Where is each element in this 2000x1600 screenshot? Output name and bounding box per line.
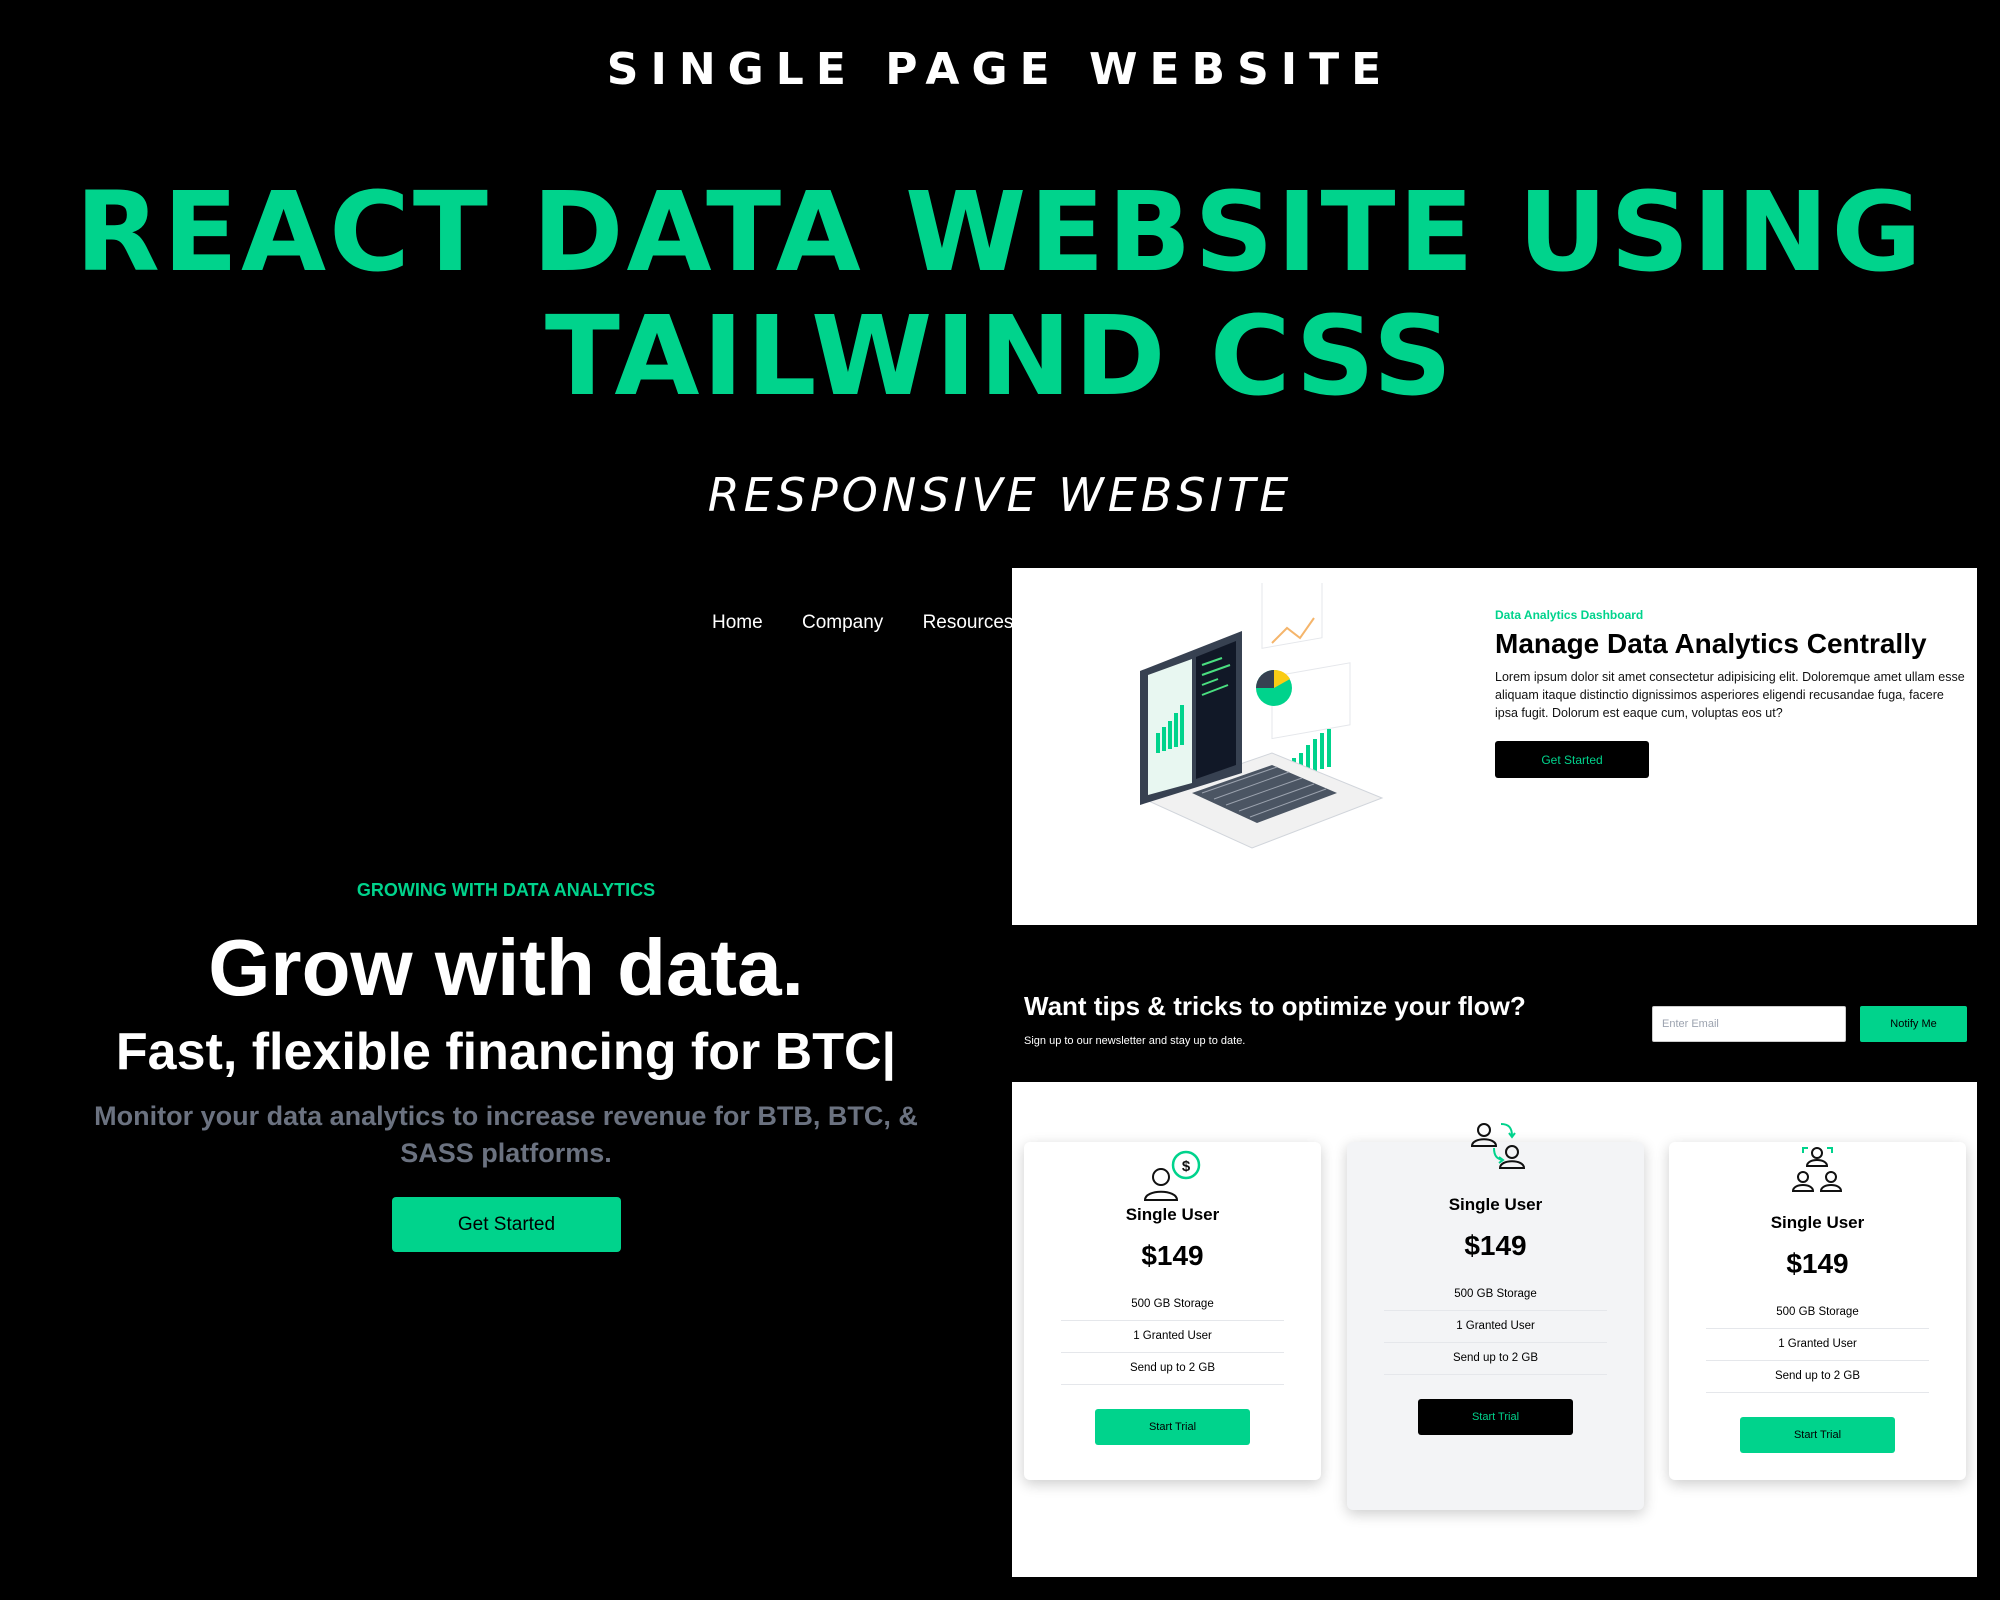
plan-feature: Send up to 2 GB xyxy=(1706,1361,1929,1393)
analytics-title: Manage Data Analytics Centrally xyxy=(1495,628,1927,659)
newsletter-subtitle: Sign up to our newsletter and stay up to… xyxy=(1024,1035,1246,1047)
plan-price: $149 xyxy=(1786,1248,1849,1279)
plan-features: 500 GB Storage 1 Granted User Send up to… xyxy=(1384,1279,1607,1375)
hero-title: Grow with data. xyxy=(208,923,804,1012)
promo-tagline: RESPONSIVE WEBSITE xyxy=(707,468,1293,522)
plan-feature: Send up to 2 GB xyxy=(1384,1343,1607,1375)
promo-headline-line1: REACT DATA WEBSITE USING xyxy=(75,168,1925,296)
plan-feature: Send up to 2 GB xyxy=(1061,1353,1284,1385)
plan-name: Single User xyxy=(1125,1205,1220,1224)
notify-me-button[interactable]: Notify Me xyxy=(1860,1006,1967,1042)
plan-price: $149 xyxy=(1464,1230,1527,1261)
nav-item-home[interactable]: Home xyxy=(712,612,763,634)
pricing-card: Single User $149 500 GB Storage 1 Grante… xyxy=(1669,1142,1966,1480)
pricing-section: $ Single User $149 500 GB Storage 1 Gran… xyxy=(1012,1082,1977,1577)
analytics-section: Data Analytics Dashboard Manage Data Ana… xyxy=(1012,568,1977,925)
newsletter-title: Want tips & tricks to optimize your flow… xyxy=(1024,991,1526,1021)
team-users-icon xyxy=(1791,1147,1843,1192)
newsletter-email-input[interactable] xyxy=(1652,1006,1846,1042)
laptop-analytics-illustration xyxy=(1140,583,1384,849)
analytics-eyebrow: Data Analytics Dashboard xyxy=(1495,608,1644,622)
hero-subtitle: Fast, flexible financing for BTC| xyxy=(115,1023,897,1081)
plan-feature: 1 Granted User xyxy=(1061,1321,1284,1353)
pricing-card: $ Single User $149 500 GB Storage 1 Gran… xyxy=(1024,1142,1321,1480)
analytics-get-started-button[interactable]: Get Started xyxy=(1495,741,1649,778)
plan-feature: 500 GB Storage xyxy=(1061,1289,1284,1321)
plan-features: 500 GB Storage 1 Granted User Send up to… xyxy=(1061,1289,1284,1385)
users-transfer-icon xyxy=(1470,1123,1526,1169)
newsletter-section: Want tips & tricks to optimize your flow… xyxy=(1012,925,1977,1082)
hero-description: Monitor your data analytics to increase … xyxy=(94,1101,918,1168)
start-trial-button[interactable]: Start Trial xyxy=(1418,1399,1573,1435)
analytics-body: Lorem ipsum dolor sit amet consectetur a… xyxy=(1495,670,1965,720)
nav-item-company[interactable]: Company xyxy=(802,612,883,634)
promo-headline-line2: TAILWIND CSS xyxy=(544,292,1456,420)
plan-feature: 1 Granted User xyxy=(1384,1311,1607,1343)
hero-eyebrow: GROWING WITH DATA ANALYTICS xyxy=(356,880,656,900)
plan-name: Single User xyxy=(1448,1195,1543,1214)
plan-feature: 500 GB Storage xyxy=(1384,1279,1607,1311)
nav-item-resources[interactable]: Resources xyxy=(923,612,1014,634)
plan-feature: 500 GB Storage xyxy=(1706,1297,1929,1329)
svg-text:$: $ xyxy=(1182,1158,1191,1175)
plan-feature: 1 Granted User xyxy=(1706,1329,1929,1361)
pricing-card: Single User $149 500 GB Storage 1 Grante… xyxy=(1347,1123,1644,1510)
plan-name: Single User xyxy=(1770,1213,1865,1232)
plan-price: $149 xyxy=(1141,1240,1204,1271)
start-trial-button[interactable]: Start Trial xyxy=(1095,1409,1250,1445)
start-trial-button[interactable]: Start Trial xyxy=(1740,1417,1895,1453)
top-nav: Home Company Resources xyxy=(712,612,1047,634)
promo-headline: REACT DATA WEBSITE USING TAILWIND CSS xyxy=(60,170,1940,418)
user-dollar-icon: $ xyxy=(1143,1150,1201,1201)
hero-get-started-button[interactable]: Get Started xyxy=(392,1197,621,1252)
promo-kicker: SINGLE PAGE WEBSITE xyxy=(606,44,1394,95)
plan-features: 500 GB Storage 1 Granted User Send up to… xyxy=(1706,1297,1929,1393)
